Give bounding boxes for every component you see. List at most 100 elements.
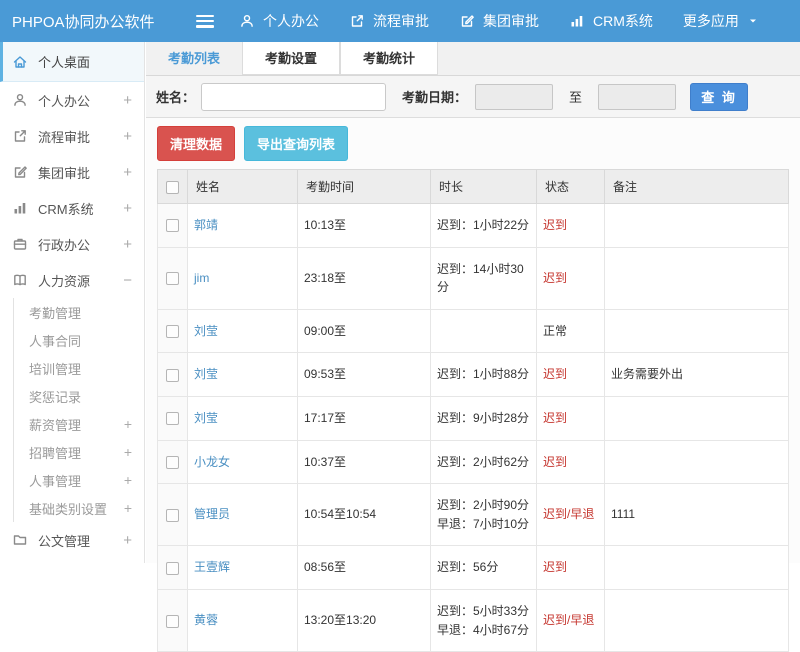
row-checkbox-cell <box>158 440 188 484</box>
row-checkbox[interactable] <box>166 325 179 338</box>
sidebar-item-4[interactable]: CRM系统+ <box>0 190 144 226</box>
status-badge: 迟到 <box>543 560 567 574</box>
row-checkbox[interactable] <box>166 615 179 628</box>
search-button[interactable]: 查 询 <box>690 83 748 111</box>
sidebar-item-label: 行政办公 <box>38 235 90 254</box>
time-cell: 09:53至 <box>298 353 431 397</box>
top-nav-item-3[interactable]: CRM系统 <box>554 0 668 42</box>
row-checkbox[interactable] <box>166 219 179 232</box>
row-checkbox[interactable] <box>166 509 179 522</box>
duration-line: 早退：4小时67分 <box>437 621 530 640</box>
sidebar-subitem-6-0[interactable]: 考勤管理 <box>14 298 144 326</box>
sidebar-subitem-6-5[interactable]: 招聘管理 + <box>14 438 144 466</box>
expand-toggle-icon[interactable]: + <box>123 236 132 253</box>
sidebar-subitem-6-3[interactable]: 奖惩记录 <box>14 382 144 410</box>
tab-0[interactable]: 考勤列表 <box>146 42 242 75</box>
duration-line: 迟到：1小时88分 <box>437 365 530 384</box>
top-nav-item-4[interactable]: 更多应用 <box>668 0 774 42</box>
filter-bar: 姓名： 考勤日期： 至 查 询 <box>146 76 800 118</box>
sidebar-item-7[interactable]: 公文管理+ <box>0 522 144 558</box>
table-row: 黄蓉13:20至13:20迟到：5小时33分早退：4小时67分迟到/早退 <box>158 589 789 651</box>
top-nav-label: 流程审批 <box>373 11 429 31</box>
clean-data-button[interactable]: 清理数据 <box>157 126 235 161</box>
employee-name-link[interactable]: 小龙女 <box>194 455 230 469</box>
row-checkbox[interactable] <box>166 562 179 575</box>
expand-toggle-icon[interactable]: + <box>124 416 132 432</box>
duration-cell: 迟到：9小时28分 <box>431 396 537 440</box>
export-list-button[interactable]: 导出查询列表 <box>244 126 348 161</box>
menu-toggle-icon[interactable] <box>196 15 214 28</box>
top-header: PHPOA协同办公软件 个人办公 流程审批集团审批 CRM系统更多应用 <box>0 0 800 42</box>
expand-toggle-icon[interactable]: + <box>123 200 132 217</box>
time-cell: 13:20至13:20 <box>298 589 431 651</box>
sidebar-subitem-label: 招聘管理 <box>29 443 81 462</box>
book-icon <box>12 272 29 288</box>
row-checkbox-cell <box>158 484 188 546</box>
employee-name-link[interactable]: 刘莹 <box>194 324 218 338</box>
employee-name-link[interactable]: 管理员 <box>194 507 230 521</box>
name-input[interactable] <box>201 83 386 111</box>
row-checkbox[interactable] <box>166 412 179 425</box>
row-checkbox[interactable] <box>166 369 179 382</box>
sidebar-subitem-6-2[interactable]: 培训管理 <box>14 354 144 382</box>
time-cell: 09:00至 <box>298 309 431 353</box>
date-from-input[interactable] <box>475 84 553 110</box>
duration-cell: 迟到：14小时30分 <box>431 247 537 309</box>
expand-toggle-icon[interactable]: + <box>123 128 132 145</box>
employee-name-link[interactable]: 王壹辉 <box>194 560 230 574</box>
expand-toggle-icon[interactable]: + <box>123 92 132 109</box>
table-row: 刘莹09:00至正常 <box>158 309 789 353</box>
sidebar-item-2[interactable]: 流程审批+ <box>0 118 144 154</box>
tab-1[interactable]: 考勤设置 <box>242 42 340 75</box>
attendance-table: 姓名考勤时间时长状态备注 郭靖10:13至迟到：1小时22分迟到jim23:18… <box>157 169 789 652</box>
sidebar-subitem-6-6[interactable]: 人事管理+ <box>14 466 144 494</box>
status-cell: 迟到 <box>537 440 605 484</box>
note-cell <box>605 204 789 248</box>
table-row: 郭靖10:13至迟到：1小时22分迟到 <box>158 204 789 248</box>
employee-name-link[interactable]: jim <box>194 271 209 285</box>
duration-line: 迟到：5小时33分 <box>437 602 530 621</box>
sidebar-item-3[interactable]: 集团审批+ <box>0 154 144 190</box>
row-checkbox[interactable] <box>166 272 179 285</box>
top-nav-label: CRM系统 <box>593 11 653 31</box>
sidebar-item-0[interactable]: 个人桌面 <box>0 42 144 82</box>
tab-2[interactable]: 考勤统计 <box>340 42 438 75</box>
expand-toggle-icon[interactable]: + <box>124 472 132 488</box>
sidebar-item-6[interactable]: 人力资源− <box>0 262 144 298</box>
sidebar-item-1[interactable]: 个人办公+ <box>0 82 144 118</box>
expand-toggle-icon[interactable]: + <box>124 444 132 460</box>
top-nav-item-0[interactable]: 个人办公 <box>224 0 334 42</box>
expand-toggle-icon[interactable]: + <box>124 500 132 516</box>
top-nav-item-2[interactable]: 集团审批 <box>444 0 554 42</box>
top-nav-label: 个人办公 <box>263 11 319 31</box>
employee-name-link[interactable]: 黄蓉 <box>194 613 218 627</box>
name-cell: 小龙女 <box>188 440 298 484</box>
sidebar-subitem-6-7[interactable]: 基础类别设置+ <box>14 494 144 522</box>
expand-toggle-icon[interactable]: + <box>123 532 132 549</box>
top-nav-item-1[interactable]: 流程审批 <box>334 0 444 42</box>
table-header-cell: 考勤时间 <box>298 170 431 204</box>
employee-name-link[interactable]: 刘莹 <box>194 411 218 425</box>
select-all-checkbox[interactable] <box>166 181 179 194</box>
row-checkbox-cell <box>158 396 188 440</box>
sidebar-subitem-6-1[interactable]: 人事合同 <box>14 326 144 354</box>
sidebar-item-8[interactable]: 用车管理+ <box>0 558 144 563</box>
attendance-date-label: 考勤日期： <box>402 87 467 106</box>
app-logo: PHPOA协同办公软件 <box>0 11 178 32</box>
duration-line: 迟到：2小时62分 <box>437 453 530 472</box>
expand-toggle-icon[interactable]: − <box>123 272 132 289</box>
status-cell: 迟到 <box>537 546 605 590</box>
sidebar-subitem-label: 培训管理 <box>29 359 81 378</box>
sidebar-item-5[interactable]: 行政办公 + <box>0 226 144 262</box>
expand-toggle-icon[interactable]: + <box>123 164 132 181</box>
note-cell <box>605 247 789 309</box>
name-cell: 刘莹 <box>188 353 298 397</box>
name-cell: 王壹辉 <box>188 546 298 590</box>
sidebar-subitem-6-4[interactable]: 薪资管理+ <box>14 410 144 438</box>
status-cell: 迟到 <box>537 396 605 440</box>
date-to-input[interactable] <box>598 84 676 110</box>
employee-name-link[interactable]: 郭靖 <box>194 218 218 232</box>
employee-name-link[interactable]: 刘莹 <box>194 367 218 381</box>
to-label: 至 <box>569 87 582 106</box>
row-checkbox[interactable] <box>166 456 179 469</box>
